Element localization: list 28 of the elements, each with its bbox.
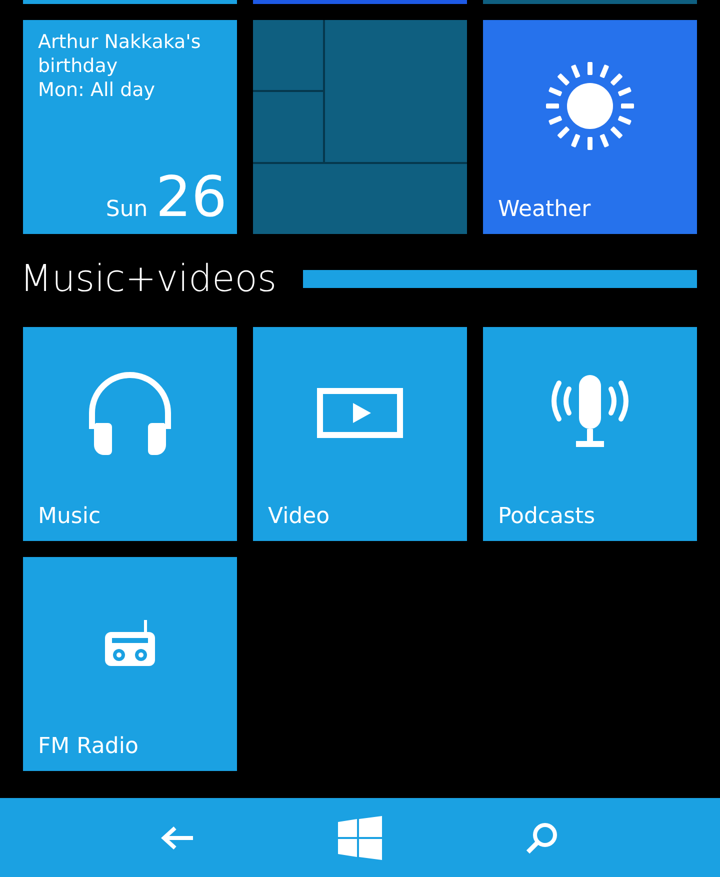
tile-edge[interactable] (483, 0, 697, 4)
date-number: 26 (156, 168, 227, 228)
tile-label: FM Radio (37, 734, 140, 761)
tile-label: Podcasts (497, 504, 596, 531)
grid-tile[interactable] (253, 20, 467, 234)
podcasts-tile[interactable]: Podcasts (483, 327, 697, 541)
event-time: Mon: All day (38, 78, 156, 102)
photo-cell (253, 20, 323, 90)
tile-edge[interactable] (253, 0, 467, 4)
event-title: Arthur Nakkaka's birthday (38, 30, 202, 78)
tile-label: Weather (497, 197, 592, 224)
search-icon (524, 820, 559, 854)
calendar-tile[interactable]: Arthur Nakkaka's birthday Mon: All day Sun 26 (23, 20, 237, 234)
sun-icon (545, 60, 635, 150)
radio-tile[interactable]: FM Radio (23, 557, 237, 771)
tile-label: Music (37, 504, 102, 531)
video-tile[interactable]: Video (253, 327, 467, 541)
tile-label: Video (267, 504, 331, 531)
radio-icon (103, 618, 157, 668)
tile-edge[interactable] (23, 0, 237, 4)
photo-cell (253, 92, 323, 162)
back-arrow-icon (161, 824, 196, 850)
section-title: Music+videos (20, 257, 277, 301)
weather-tile[interactable]: Weather (483, 20, 697, 234)
video-icon (317, 388, 403, 438)
music-tile[interactable]: Music (23, 327, 237, 541)
windows-logo-icon (338, 816, 382, 860)
day-label: Sun (106, 197, 148, 222)
